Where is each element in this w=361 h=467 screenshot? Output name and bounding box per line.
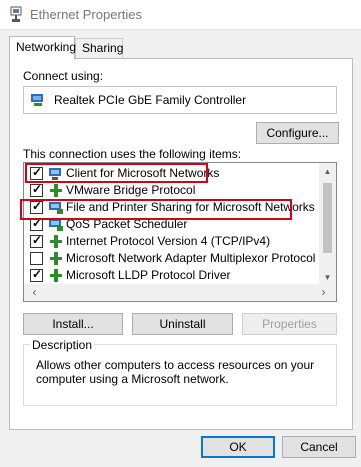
adapter-name: Realtek PCIe GbE Family Controller: [54, 93, 247, 107]
network-adapter-icon: [31, 94, 43, 106]
scroll-left-icon[interactable]: ‹: [26, 284, 43, 301]
highlight-file-and-printer-sharing: [20, 199, 292, 220]
checkmark-icon: ✓: [32, 182, 43, 196]
title-bar: Ethernet Properties: [0, 0, 361, 30]
configure-button[interactable]: Configure...: [256, 122, 339, 144]
item-label: Microsoft Network Adapter Multiplexor Pr…: [66, 251, 316, 265]
scroll-right-icon[interactable]: ›: [315, 284, 332, 301]
items-label: This connection uses the following items…: [23, 147, 242, 161]
list-item[interactable]: Microsoft Network Adapter Multiplexor Pr…: [24, 250, 320, 267]
install-button[interactable]: Install...: [23, 313, 123, 335]
items-list[interactable]: ✓ Client for Microsoft Networks ✓ VMware Br…: [23, 162, 337, 302]
properties-button[interactable]: Properties: [242, 313, 337, 335]
vertical-scrollbar[interactable]: ▲ ▼: [319, 163, 336, 286]
item-label: Microsoft LLDP Protocol Driver: [66, 268, 231, 282]
item-checkbox[interactable]: [30, 252, 43, 265]
protocol-icon: [50, 235, 62, 248]
checkmark-icon: ✓: [32, 267, 43, 281]
scroll-up-icon[interactable]: ▲: [319, 163, 336, 180]
list-item[interactable]: ✓ Internet Protocol Version 4 (TCP/IPv4): [24, 233, 320, 250]
cancel-button[interactable]: Cancel: [282, 436, 356, 458]
protocol-icon: [50, 252, 62, 265]
tab-networking[interactable]: Networking: [9, 36, 76, 60]
scrollbar-thumb[interactable]: [323, 183, 332, 253]
window-title: Ethernet Properties: [30, 7, 143, 22]
horizontal-scrollbar[interactable]: ‹ ›: [24, 284, 336, 301]
item-label: Internet Protocol Version 4 (TCP/IPv4): [66, 234, 271, 248]
list-item[interactable]: ✓ VMware Bridge Protocol: [24, 182, 320, 199]
network-adapter-icon: [10, 6, 22, 22]
uninstall-button[interactable]: Uninstall: [132, 313, 233, 335]
tab-sharing[interactable]: Sharing: [75, 38, 123, 58]
adapter-field: Realtek PCIe GbE Family Controller: [23, 86, 337, 114]
item-checkbox[interactable]: ✓: [30, 267, 43, 282]
item-checkbox[interactable]: ✓: [30, 182, 43, 197]
checkmark-icon: ✓: [32, 233, 43, 247]
item-checkbox[interactable]: ✓: [30, 233, 43, 248]
connect-using-label: Connect using:: [23, 69, 104, 83]
description-title: Description: [30, 338, 95, 352]
description-text: Allows other computers to access resourc…: [36, 358, 315, 386]
item-label: VMware Bridge Protocol: [66, 183, 196, 197]
protocol-icon: [50, 269, 62, 282]
list-item[interactable]: ✓ Microsoft LLDP Protocol Driver: [24, 267, 320, 284]
ok-button[interactable]: OK: [201, 436, 275, 458]
protocol-icon: [50, 184, 62, 197]
highlight-client-for-microsoft-networks: [25, 163, 208, 183]
